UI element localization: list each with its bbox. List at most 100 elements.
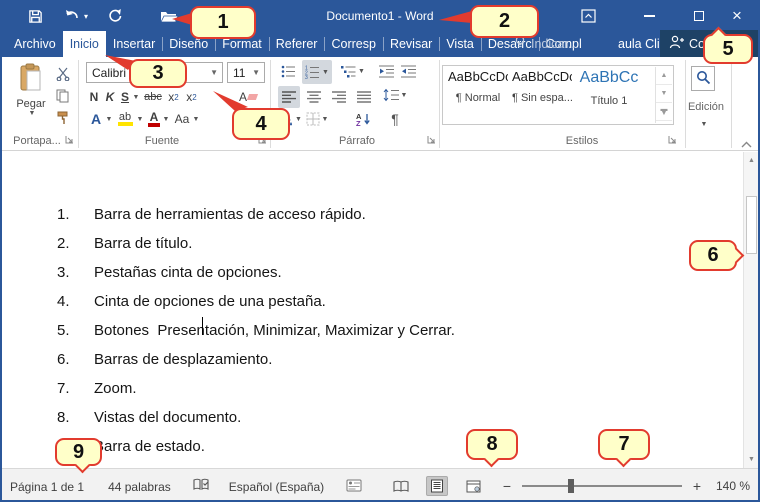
- text-effects-caret[interactable]: ▼: [105, 110, 113, 128]
- document-list: 1.Barra de herramientas de acceso rápido…: [57, 200, 455, 461]
- font-size-caret[interactable]: ▼: [252, 68, 264, 77]
- superscript-button[interactable]: x2: [183, 88, 200, 106]
- change-case-caret[interactable]: ▼: [192, 110, 200, 128]
- clear-formatting-icon[interactable]: A: [238, 88, 258, 106]
- status-bar: Página 1 de 1 44 palabras Español (Españ…: [2, 468, 758, 500]
- strikethrough-button[interactable]: abc: [142, 88, 164, 106]
- list-number: 8.: [57, 409, 78, 426]
- tab-archivo[interactable]: Archivo: [7, 31, 63, 57]
- tab-corresp[interactable]: Corresp: [324, 31, 382, 57]
- format-painter-icon[interactable]: [54, 109, 72, 127]
- web-layout-icon[interactable]: [462, 476, 484, 496]
- cut-scissors-icon[interactable]: [54, 65, 72, 83]
- decrease-indent-icon[interactable]: [376, 62, 396, 80]
- ribbon-display-options-icon[interactable]: [576, 2, 600, 30]
- style-no-spacing[interactable]: AaBbCcDc ¶ Sin espa...: [512, 69, 572, 121]
- increase-indent-icon[interactable]: [398, 62, 418, 80]
- font-color-caret[interactable]: ▼: [162, 110, 170, 128]
- paste-dropdown-caret[interactable]: ▼: [29, 110, 36, 117]
- tab-referer[interactable]: Referer: [269, 31, 325, 57]
- styles-scroll-up-icon[interactable]: ▲: [656, 67, 672, 85]
- subscript-button[interactable]: x2: [165, 88, 182, 106]
- document-list-item: 5.Botones Presentación, Minimizar, Maxim…: [57, 316, 455, 345]
- page-indicator[interactable]: Página 1 de 1: [10, 480, 84, 494]
- styles-gallery-scroll: ▲ ▼ ▬▼: [655, 67, 672, 123]
- line-spacing-icon[interactable]: ▼: [382, 86, 408, 104]
- change-case-button[interactable]: Aa: [172, 110, 192, 128]
- numbering-icon[interactable]: 123 ▼: [302, 60, 332, 84]
- scroll-up-icon[interactable]: ▲: [745, 153, 758, 168]
- document-list-item: 6.Barras de desplazamiento.: [57, 345, 455, 374]
- bullets-icon[interactable]: [278, 62, 298, 80]
- sort-icon[interactable]: AZ: [352, 110, 376, 128]
- list-number: 5.: [57, 322, 78, 339]
- clipboard-dialog-launcher-icon[interactable]: [65, 135, 75, 145]
- maximize-icon[interactable]: [686, 2, 712, 30]
- styles-scroll-down-icon[interactable]: ▼: [656, 85, 672, 103]
- paragraph-dialog-launcher-icon[interactable]: [427, 135, 437, 145]
- find-button[interactable]: [691, 66, 715, 91]
- align-left-icon[interactable]: [278, 86, 300, 108]
- styles-more-icon[interactable]: ▬▼: [656, 103, 672, 121]
- callout-5: 5: [703, 34, 753, 64]
- paste-button[interactable]: Pegar ▼: [10, 63, 52, 117]
- styles-dialog-launcher-icon[interactable]: [668, 135, 678, 145]
- read-mode-icon[interactable]: [390, 476, 412, 496]
- font-name-caret[interactable]: ▼: [210, 68, 222, 77]
- macro-record-icon[interactable]: [346, 479, 362, 495]
- document-editor[interactable]: 1.Barra de herramientas de acceso rápido…: [2, 152, 758, 468]
- italic-button[interactable]: K: [103, 88, 117, 106]
- close-icon[interactable]: ×: [724, 2, 750, 30]
- scroll-down-icon[interactable]: ▼: [745, 452, 758, 467]
- collapse-ribbon-icon[interactable]: [738, 135, 754, 153]
- document-list-item: 2.Barra de título.: [57, 229, 455, 258]
- editing-caret[interactable]: ▼: [699, 115, 709, 133]
- font-size-combo[interactable]: 11 ▼: [227, 62, 265, 83]
- ribbon-tab-row: ArchivoInicioInsertarDiseñoFormatReferer…: [2, 30, 758, 57]
- highlight-caret[interactable]: ▼: [136, 110, 144, 128]
- pilcrow-icon[interactable]: ¶: [386, 110, 404, 128]
- underline-caret[interactable]: ▼: [132, 88, 140, 106]
- zoom-slider-handle[interactable]: [568, 479, 574, 493]
- word-count[interactable]: 44 palabras: [108, 480, 171, 494]
- borders-icon[interactable]: ▼: [304, 110, 330, 128]
- list-text: Vistas del documento.: [94, 409, 241, 426]
- font-color-button[interactable]: A: [146, 110, 162, 128]
- style-normal[interactable]: AaBbCcDc ¶ Normal: [448, 69, 508, 121]
- callout-6: 6: [689, 240, 737, 271]
- minimize-icon[interactable]: [636, 2, 662, 30]
- callout-8: 8: [466, 429, 518, 460]
- document-list-item: 8. Vistas del documento.: [57, 403, 455, 432]
- proofing-book-icon[interactable]: [193, 478, 209, 495]
- style-heading1[interactable]: AaBbCc Título 1: [576, 69, 642, 121]
- zoom-in-button[interactable]: +: [690, 478, 704, 494]
- document-list-item: 9.Barra de estado.: [57, 432, 455, 461]
- align-right-icon[interactable]: [328, 86, 350, 108]
- underline-button[interactable]: S: [118, 88, 132, 106]
- vertical-scrollbar[interactable]: ▲ ▼: [743, 152, 758, 468]
- language-indicator[interactable]: Español (España): [229, 480, 324, 494]
- bold-button[interactable]: N: [86, 88, 102, 106]
- highlight-color-button[interactable]: ab: [115, 110, 135, 128]
- tab-revisar[interactable]: Revisar: [383, 31, 439, 57]
- scrollbar-thumb[interactable]: [746, 196, 757, 254]
- text-effects-button[interactable]: A: [88, 110, 104, 128]
- zoom-out-button[interactable]: −: [500, 478, 514, 494]
- justify-icon[interactable]: [353, 86, 375, 108]
- callout-2: 2: [470, 5, 539, 38]
- clipboard-paste-icon: [19, 63, 43, 96]
- svg-text:Z: Z: [356, 119, 361, 126]
- tab-inicio[interactable]: Inicio: [63, 31, 106, 57]
- list-text: Barras de desplazamiento.: [94, 351, 272, 368]
- zoom-slider[interactable]: [522, 485, 682, 487]
- document-list-item: 7.Zoom.: [57, 374, 455, 403]
- zoom-level[interactable]: 140 %: [712, 479, 750, 493]
- font-size-value: 11: [233, 66, 245, 80]
- font-group-label: Fuente: [112, 135, 212, 147]
- font-name-value: Calibri (: [92, 66, 133, 80]
- align-center-icon[interactable]: [303, 86, 325, 108]
- multilevel-list-icon[interactable]: ▼: [338, 62, 368, 80]
- tab-insertar[interactable]: Insertar: [106, 31, 162, 57]
- print-layout-icon[interactable]: [426, 476, 448, 496]
- copy-icon[interactable]: [54, 87, 72, 105]
